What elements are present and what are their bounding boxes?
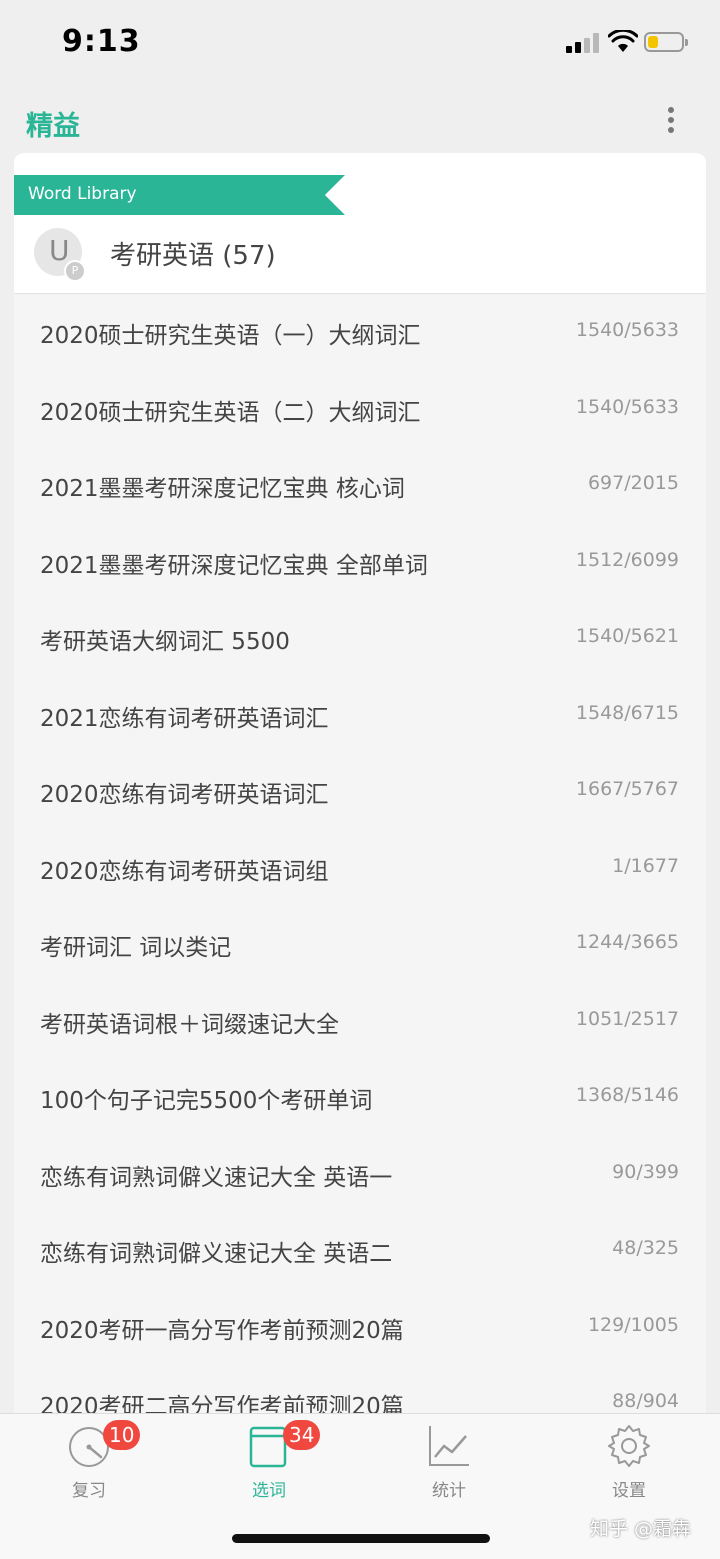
book-progress: 88/904: [612, 1390, 679, 1412]
book-item[interactable]: 2020硕士研究生英语（一）大纲词汇 1540/5633: [14, 294, 706, 371]
tab-label: 设置: [612, 1481, 646, 1501]
book-progress: 1540/5633: [575, 395, 679, 418]
book-name: 考研英语大纲词汇 5500: [40, 629, 290, 655]
tab-label: 复习: [72, 1481, 106, 1501]
book-item[interactable]: 100个句子记完5500个考研单词 1368/5146: [14, 1059, 706, 1136]
book-item[interactable]: 考研英语词根＋词缀速记大全 1051/2517: [14, 983, 706, 1060]
status-bar: 9:13: [0, 0, 720, 90]
book-name: 2021恋练有词考研英语词汇: [40, 705, 329, 732]
book-name: 恋练有词熟词僻义速记大全 英语一: [40, 1164, 393, 1191]
ribbon-label: Word Library: [28, 184, 137, 204]
book-name: 2020恋练有词考研英语词组: [40, 858, 329, 885]
book-progress: 1/1677: [612, 854, 679, 877]
book-item[interactable]: 2020恋练有词考研英语词汇 1667/5767: [14, 753, 706, 830]
book-name: 2020硕士研究生英语（一）大纲词汇: [40, 323, 421, 349]
book-item[interactable]: 考研英语大纲词汇 5500 1540/5621: [14, 600, 706, 677]
gear-icon: [608, 1425, 650, 1467]
review-badge: 10: [103, 1420, 141, 1450]
tab-review[interactable]: 10 复习: [19, 1414, 159, 1524]
wifi-icon: [608, 30, 638, 52]
book-item[interactable]: 2021恋练有词考研英语词汇 1548/6715: [14, 677, 706, 754]
word-library-card: Word Library U P 考研英语 (57) 2020硕士研究生英语（一…: [14, 153, 706, 1423]
status-time: 9:13: [62, 24, 141, 59]
book-progress: 1512/6099: [575, 548, 679, 571]
battery-icon: [644, 32, 688, 52]
book-item[interactable]: 2020硕士研究生英语（二）大纲词汇 1540/5633: [14, 371, 706, 448]
book-list: 2020硕士研究生英语（一）大纲词汇 1540/5633 2020硕士研究生英语（…: [14, 294, 706, 1423]
cellular-signal-icon: [566, 33, 602, 53]
book-name: 2021墨墨考研深度记忆宝典 核心词: [40, 476, 405, 502]
tab-label: 统计: [432, 1481, 466, 1501]
library-title: 考研英语 (57): [110, 241, 276, 271]
book-name: 考研词汇 词以类记: [40, 935, 232, 961]
tab-label: 选词: [252, 1481, 286, 1501]
home-indicator[interactable]: [232, 1534, 490, 1543]
tab-statistics[interactable]: 统计: [379, 1414, 519, 1524]
book-name: 2020考研一高分写作考前预测20篇: [40, 1317, 404, 1344]
book-progress: 1540/5621: [575, 625, 679, 647]
select-words-badge: 34: [283, 1420, 321, 1450]
book-item[interactable]: 考研词汇 词以类记 1244/3665: [14, 906, 706, 983]
book-item[interactable]: 2021墨墨考研深度记忆宝典 核心词 697/2015: [14, 447, 706, 524]
book-item[interactable]: 恋练有词熟词僻义速记大全 英语一 90/399: [14, 1136, 706, 1213]
book-name: 2020恋练有词考研英语词汇: [40, 782, 329, 808]
book-item[interactable]: 恋练有词熟词僻义速记大全 英语二 48/325: [14, 1212, 706, 1289]
book-progress: 90/399: [612, 1160, 679, 1183]
tab-settings[interactable]: 设置: [559, 1414, 699, 1524]
app-title: 精益: [26, 111, 80, 142]
book-progress: 1548/6715: [575, 701, 679, 724]
word-library-ribbon: Word Library: [14, 175, 345, 215]
book-progress: 1244/3665: [575, 931, 679, 953]
book-progress: 1540/5633: [575, 319, 679, 341]
book-item[interactable]: 2020恋练有词考研英语词组 1/1677: [14, 830, 706, 907]
watermark: 知乎 @霜犇: [590, 1518, 692, 1540]
avatar-badge: P: [64, 260, 86, 282]
book-progress: 697/2015: [587, 472, 679, 494]
book-progress: 129/1005: [587, 1313, 679, 1336]
tab-select-words[interactable]: 34 选词: [199, 1414, 339, 1524]
library-header[interactable]: Word Library U P 考研英语 (57): [14, 153, 706, 294]
avatar: U P: [34, 228, 86, 282]
book-progress: 1368/5146: [575, 1084, 679, 1106]
book-name: 2021墨墨考研深度记忆宝典 全部单词: [40, 552, 428, 579]
book-name: 2020硕士研究生英语（二）大纲词汇: [40, 399, 421, 426]
book-name: 考研英语词根＋词缀速记大全: [40, 1011, 339, 1038]
more-vertical-icon[interactable]: [656, 104, 686, 136]
book-item[interactable]: 2021墨墨考研深度记忆宝典 全部单词 1512/6099: [14, 524, 706, 601]
book-name: 100个句子记完5500个考研单词: [40, 1088, 373, 1114]
book-progress: 1051/2517: [575, 1007, 679, 1030]
book-progress: 1667/5767: [575, 778, 679, 800]
book-item[interactable]: 2020考研一高分写作考前预测20篇 129/1005: [14, 1289, 706, 1366]
line-chart-icon: [429, 1426, 469, 1466]
book-progress: 48/325: [612, 1237, 679, 1259]
book-name: 恋练有词熟词僻义速记大全 英语二: [40, 1241, 393, 1267]
